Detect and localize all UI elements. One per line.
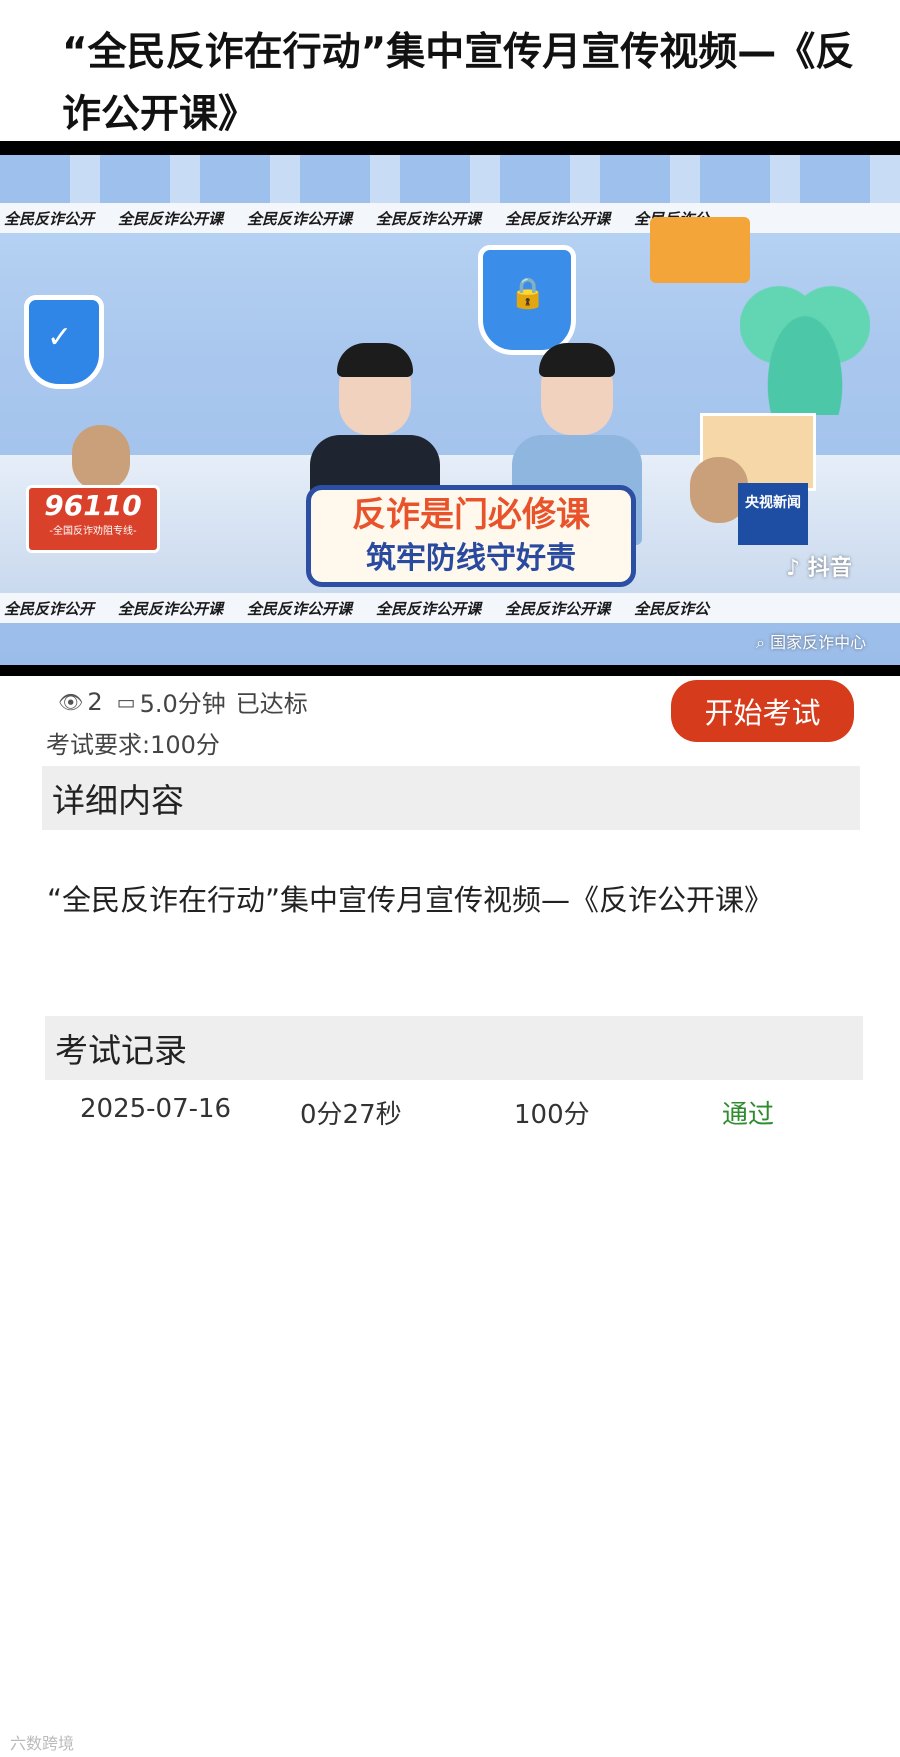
- douyin-watermark: ♪ 抖音: [786, 556, 852, 581]
- ticker-text: 全民反诈公开课: [247, 209, 353, 228]
- ticker-text: 全民反诈公开课: [376, 599, 482, 618]
- ticker-text: 全民反诈公: [634, 599, 710, 618]
- ticker-bottom: 全民反诈公开 全民反诈公开课 全民反诈公开课 全民反诈公开课 全民反诈公开课 全…: [0, 593, 900, 623]
- eye-icon: 👁: [58, 689, 84, 714]
- page-title: “全民反诈在行动”集中宣传月宣传视频—《反诈公开课》: [62, 30, 855, 137]
- ticker-text: 全民反诈公开课: [118, 599, 224, 618]
- view-count: 2: [87, 687, 103, 716]
- ticker-top: 全民反诈公开 全民反诈公开课 全民反诈公开课 全民反诈公开课 全民反诈公开课 全…: [0, 203, 900, 233]
- video-meta: 👁 2 ▭ 5.0分钟 已达标: [58, 684, 308, 719]
- exam-record-section-header: 考试记录: [45, 1016, 863, 1080]
- hotline-number: 96110: [44, 489, 142, 522]
- plant-decoration: [740, 265, 870, 415]
- douyin-icon: ♪: [786, 556, 801, 581]
- video-frame[interactable]: 全民反诈公开 全民反诈公开课 全民反诈公开课 全民反诈公开课 全民反诈公开课 全…: [0, 155, 900, 665]
- watermark: 六数跨境: [10, 1734, 75, 1753]
- envelope-icon: [650, 217, 750, 283]
- search-tag: ⌕ 国家反诈中心: [756, 633, 867, 652]
- video-camera-icon: ▭: [116, 689, 136, 714]
- shield-lock-icon: 🔒: [478, 245, 576, 355]
- hotline-badge: 96110 -全国反诈劝阻专线-: [26, 485, 160, 553]
- ticker-text: 全民反诈公开: [4, 599, 95, 618]
- shield-check-icon: ✓: [24, 295, 104, 389]
- hotline-subtitle: -全国反诈劝阻专线-: [49, 526, 137, 537]
- police-bear-mascot: [72, 425, 130, 491]
- ticker-text: 全民反诈公开: [4, 209, 95, 228]
- ticker-text: 全民反诈公开课: [118, 209, 224, 228]
- record-date: 2025-07-16: [80, 1094, 232, 1124]
- detail-description: “全民反诈在行动”集中宣传月宣传视频—《反诈公开课》: [47, 883, 774, 917]
- record-result: 通过: [722, 1100, 775, 1130]
- exam-requirement: 考试要求:100分: [46, 731, 220, 759]
- cctv-news-logo: 央视新闻: [738, 483, 808, 545]
- slogan-card: 反诈是门必修课 筑牢防线守好责: [306, 485, 636, 587]
- slogan-line-2: 筑牢防线守好责: [366, 541, 576, 576]
- ticker-text: 全民反诈公开课: [505, 209, 611, 228]
- table-row: 2025-07-16 0分27秒 100分 通过: [0, 1088, 900, 1132]
- slogan-line-1: 反诈是门必修课: [352, 495, 590, 535]
- background-pattern: [0, 155, 900, 203]
- detail-section-header: 详细内容: [42, 766, 860, 830]
- search-icon: ⌕: [756, 633, 765, 652]
- record-score: 100分: [514, 1100, 590, 1130]
- ticker-text: 全民反诈公开课: [505, 599, 611, 618]
- ticker-text: 全民反诈公开课: [376, 209, 482, 228]
- video-player[interactable]: 全民反诈公开 全民反诈公开课 全民反诈公开课 全民反诈公开课 全民反诈公开课 全…: [0, 141, 900, 676]
- record-time-spent: 0分27秒: [300, 1100, 402, 1130]
- video-duration: 5.0分钟: [139, 690, 226, 718]
- completion-status: 已达标: [235, 690, 308, 718]
- start-exam-button[interactable]: 开始考试: [671, 680, 854, 742]
- ticker-text: 全民反诈公开课: [247, 599, 353, 618]
